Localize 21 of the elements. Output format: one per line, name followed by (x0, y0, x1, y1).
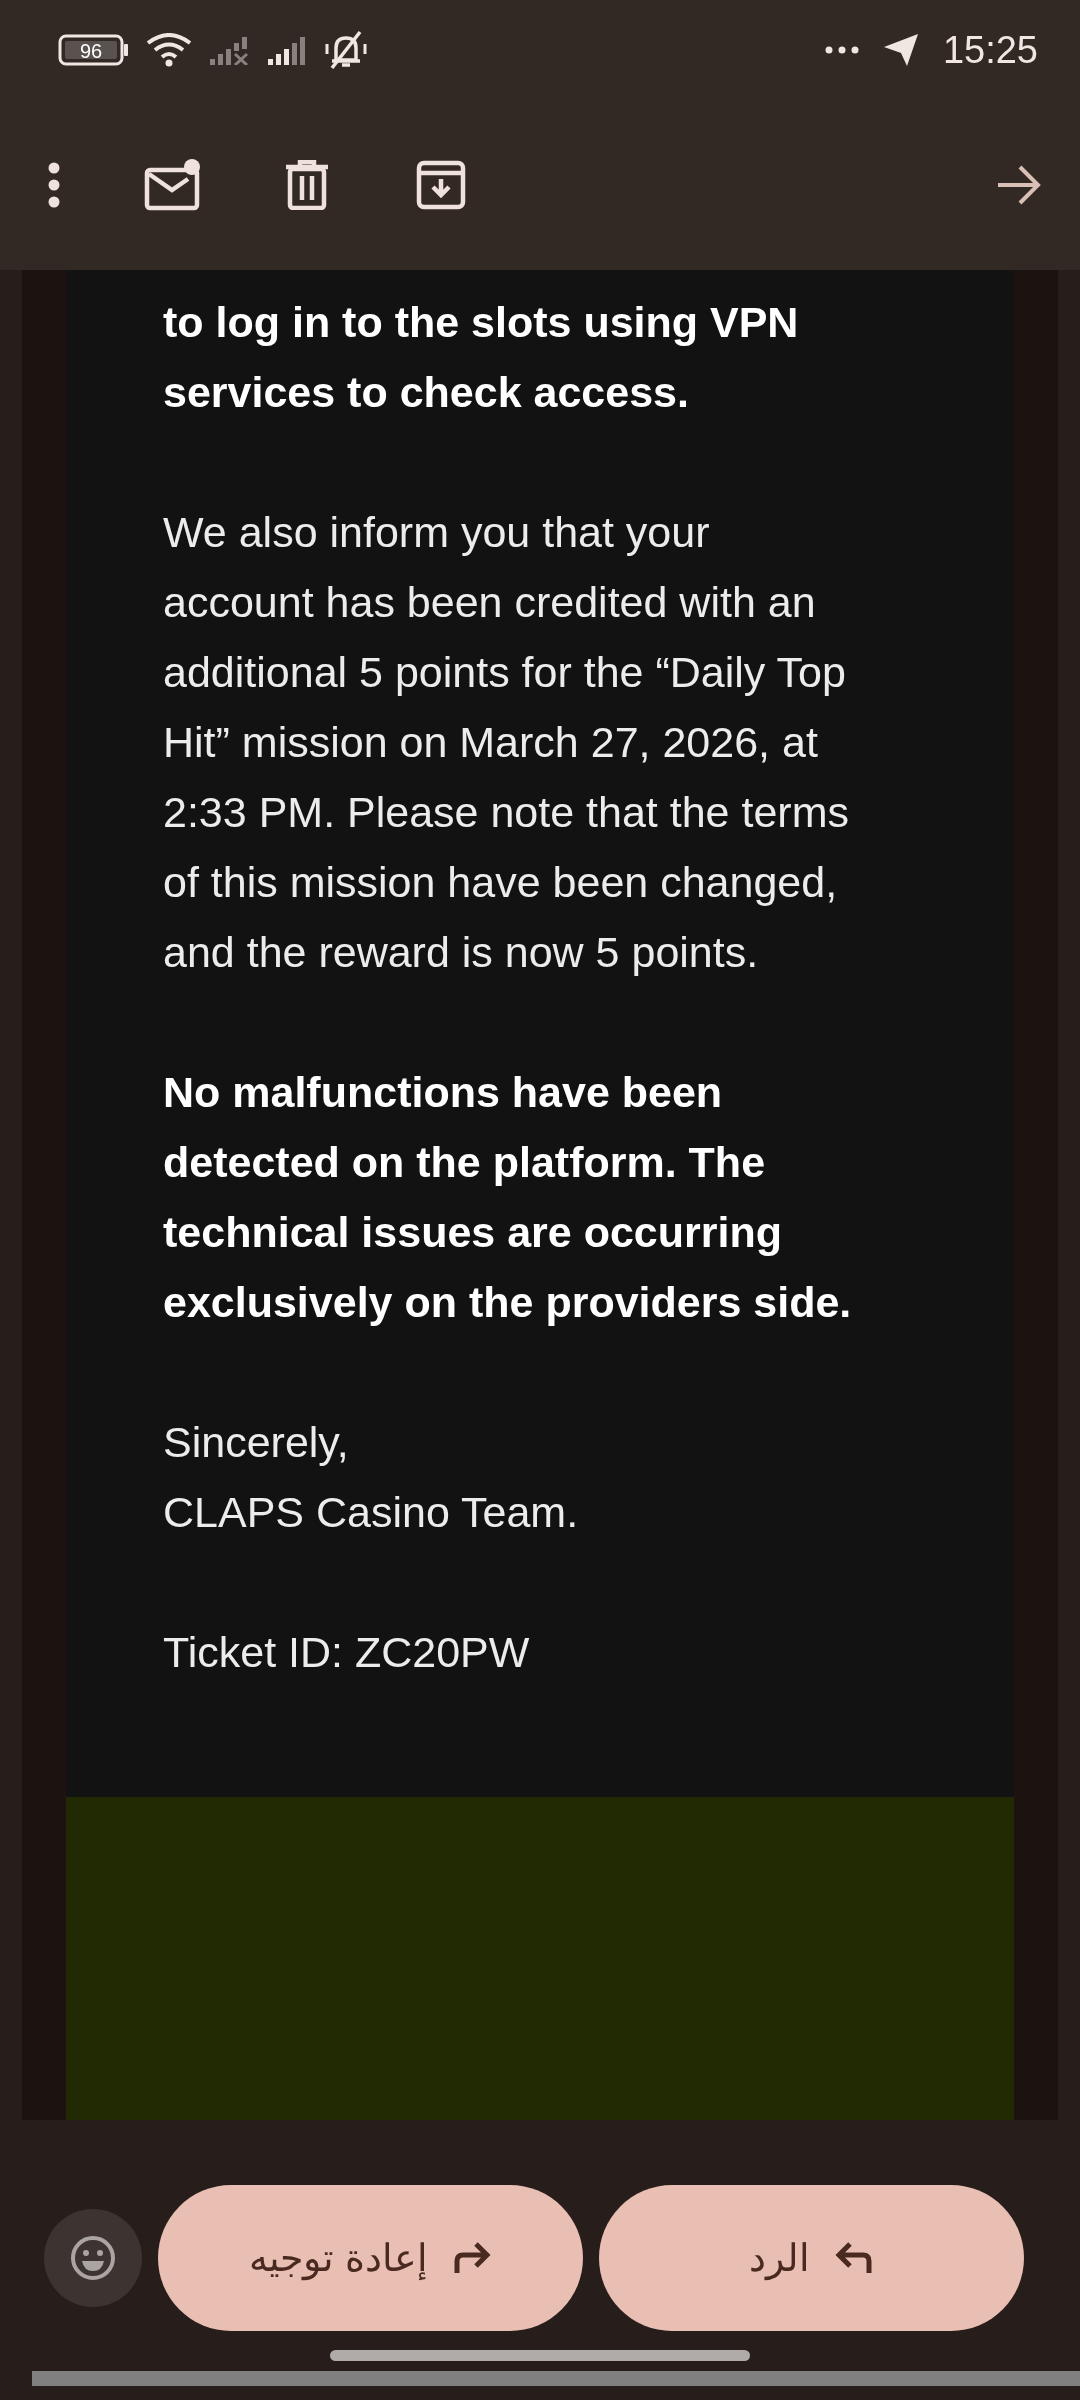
clock: 15:25 (942, 27, 1038, 73)
forward-button[interactable]: إعادة توجيه (158, 2185, 583, 2331)
paper-plane-icon (882, 33, 919, 67)
more-vertical-icon (48, 162, 60, 208)
mail-icon (144, 159, 202, 211)
paragraph: No malfunctions have been detected on the platform. The technical issues are occurring exclusively on the providers side. (163, 1067, 853, 1328)
wifi-icon (146, 33, 192, 67)
paragraph: to log in to the slots using VPN services to check access. (163, 297, 800, 418)
signal-icon (266, 35, 308, 65)
signal-off-icon (208, 35, 250, 65)
paragraph: Ticket ID: ZC20PW (163, 1627, 531, 1678)
archive-icon (416, 160, 466, 210)
more-icon (824, 46, 859, 54)
paragraph: Sincerely, CLAPS Casino Team. (163, 1417, 580, 1538)
bell-off-icon (324, 30, 368, 70)
reply-button[interactable]: الرد (599, 2185, 1024, 2331)
paragraph: We also inform you that your account has been credited with an additional 5 points for the “Daily Top Hit” mission on March 27, 2026, at 2:33 PM. Please note that the terms of this mission have been changed, and the reward is now 5 points. (163, 507, 850, 978)
smiley-icon (70, 2235, 116, 2281)
reply-icon (834, 2241, 874, 2275)
trash-icon (284, 160, 330, 210)
arrow-right-icon (996, 165, 1042, 205)
